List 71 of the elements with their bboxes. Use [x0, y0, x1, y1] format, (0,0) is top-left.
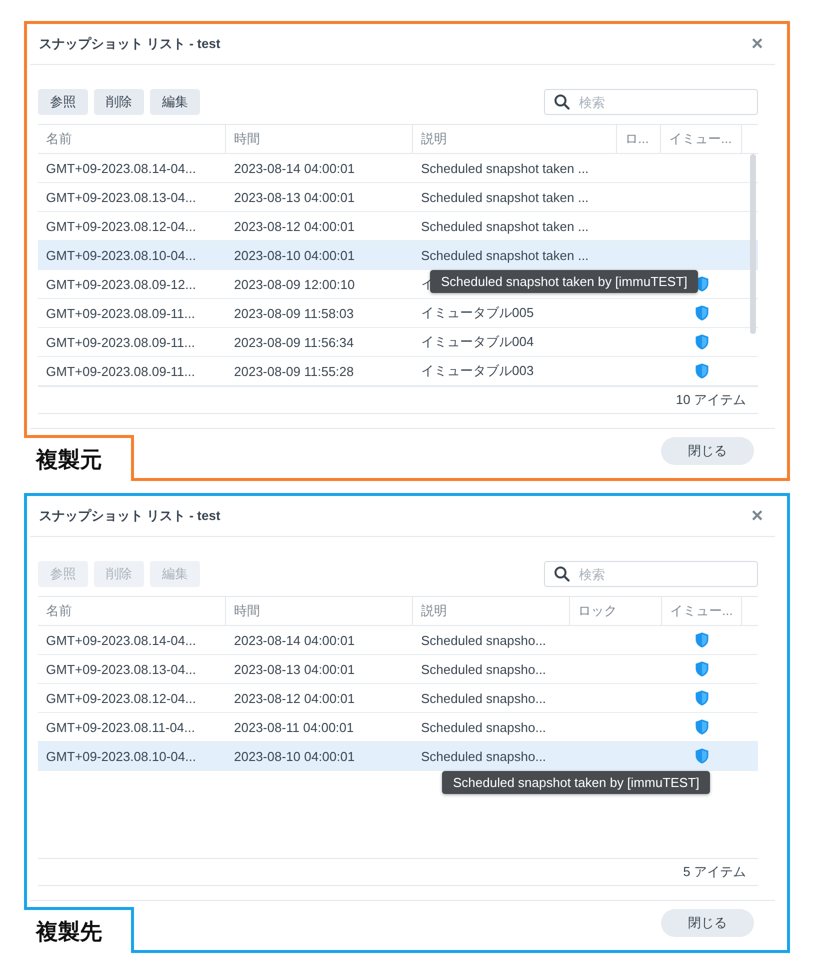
table-cell: GMT+09-2023.08.11-04... — [46, 720, 195, 734]
tooltip: Scheduled snapshot taken by [immuTEST] — [442, 771, 710, 794]
table-cell: Scheduled snapshot taken ... — [421, 190, 589, 204]
toolbar-button[interactable]: 参照 — [38, 89, 88, 115]
section-label: 複製先 — [24, 907, 134, 953]
table-cell: Scheduled snapshot taken ... — [421, 160, 589, 176]
column-header[interactable]: ロック — [570, 597, 662, 625]
table-cell: 2023-08-10 04:00:01 — [234, 748, 355, 764]
table-cell: GMT+09-2023.08.12-04... — [46, 690, 196, 706]
table-cell: 2023-08-14 04:00:01 — [234, 160, 355, 176]
table-cell: 2023-08-10 04:00:01 — [234, 248, 355, 262]
column-header[interactable]: 説明 — [413, 125, 617, 153]
toolbar-button[interactable]: 編集 — [150, 89, 200, 115]
table-row[interactable]: GMT+09-2023.08.12-04... 2023-08-12 04:00:01 Scheduled snapsho... — [38, 684, 758, 713]
table-cell: GMT+09-2023.08.14-04... — [46, 160, 196, 176]
column-header[interactable]: 時間 — [226, 125, 413, 153]
table-row[interactable]: GMT+09-2023.08.14-04... 2023-08-14 04:00:01 Scheduled snapsho... — [38, 626, 758, 655]
table-cell: 2023-08-13 04:00:01 — [234, 662, 355, 676]
window-title: スナップショット リスト - test — [39, 507, 220, 525]
table-cell: Scheduled snapsho... — [421, 748, 546, 764]
column-header[interactable]: ロ... — [617, 125, 661, 153]
table-row[interactable]: GMT+09-2023.08.09-11... 2023-08-09 11:56:34 イミュータブル004 — [38, 328, 758, 357]
search-field[interactable]: 検索 — [544, 89, 758, 115]
table-cell: GMT+09-2023.08.14-04... — [46, 632, 196, 648]
table-cell: GMT+09-2023.08.13-04... — [46, 662, 196, 676]
scrollbar[interactable] — [750, 154, 756, 334]
table-cell: 2023-08-13 04:00:01 — [234, 190, 355, 204]
column-header[interactable]: イミュー... — [662, 597, 742, 625]
toolbar-button[interactable]: 削除 — [94, 89, 144, 115]
table-cell: 2023-08-14 04:00:01 — [234, 632, 355, 648]
table-cell: 2023-08-09 11:55:28 — [234, 364, 354, 378]
table-cell: 2023-08-12 04:00:01 — [234, 218, 355, 234]
table-cell: Scheduled snapsho... — [421, 690, 546, 706]
table-cell: GMT+09-2023.08.10-04... — [46, 748, 196, 764]
window-title: スナップショット リスト - test — [39, 35, 220, 53]
column-header[interactable]: 名前 — [38, 597, 226, 625]
table-cell: イミュータブル003 — [421, 362, 534, 380]
close-icon[interactable]: × — [751, 504, 775, 528]
table-cell: GMT+09-2023.08.09-11... — [46, 334, 195, 350]
column-header[interactable]: 時間 — [226, 597, 413, 625]
table-cell: Scheduled snapsho... — [421, 720, 546, 734]
table-cell: GMT+09-2023.08.09-12... — [46, 276, 196, 292]
table-cell: Scheduled snapshot taken ... — [421, 248, 589, 262]
table-cell: GMT+09-2023.08.13-04... — [46, 190, 196, 204]
table-cell: Scheduled snapshot taken ... — [421, 218, 589, 234]
table-row[interactable]: GMT+09-2023.08.13-04... 2023-08-13 04:00:01 Scheduled snapsho... — [38, 655, 758, 684]
table-cell: 2023-08-09 12:00:10 — [234, 276, 355, 292]
table-cell: 2023-08-09 11:58:03 — [234, 306, 354, 320]
item-count: 5 アイテム — [683, 863, 746, 881]
table-cell: GMT+09-2023.08.09-11... — [46, 306, 195, 320]
table-cell: 2023-08-12 04:00:01 — [234, 690, 355, 706]
table-cell: GMT+09-2023.08.12-04... — [46, 218, 196, 234]
table-cell: 2023-08-11 04:00:01 — [234, 720, 354, 734]
table-cell: GMT+09-2023.08.09-11... — [46, 364, 195, 378]
tooltip: Scheduled snapshot taken by [immuTEST] — [430, 270, 698, 293]
column-header[interactable]: 説明 — [413, 597, 570, 625]
table-cell: Scheduled snapsho... — [421, 632, 546, 648]
close-button[interactable]: 閉じる — [661, 909, 754, 937]
table-cell: GMT+09-2023.08.10-04... — [46, 248, 196, 262]
close-icon[interactable]: × — [751, 32, 775, 56]
table-row[interactable]: GMT+09-2023.08.09-11... 2023-08-09 11:55:28 イミュータブル003 — [38, 357, 758, 386]
table-cell: Scheduled snapsho... — [421, 662, 546, 676]
column-header[interactable]: 名前 — [38, 125, 226, 153]
search-field[interactable]: 検索 — [544, 561, 758, 587]
close-button[interactable]: 閉じる — [661, 437, 754, 465]
item-count: 10 アイテム — [676, 391, 746, 409]
section-label: 複製元 — [24, 435, 134, 481]
column-header[interactable]: イミュー... — [661, 125, 742, 153]
table-cell: 2023-08-09 11:56:34 — [234, 334, 354, 350]
table-cell: イミュータブル004 — [421, 333, 534, 351]
table-cell: イミュータブル005 — [421, 304, 534, 322]
